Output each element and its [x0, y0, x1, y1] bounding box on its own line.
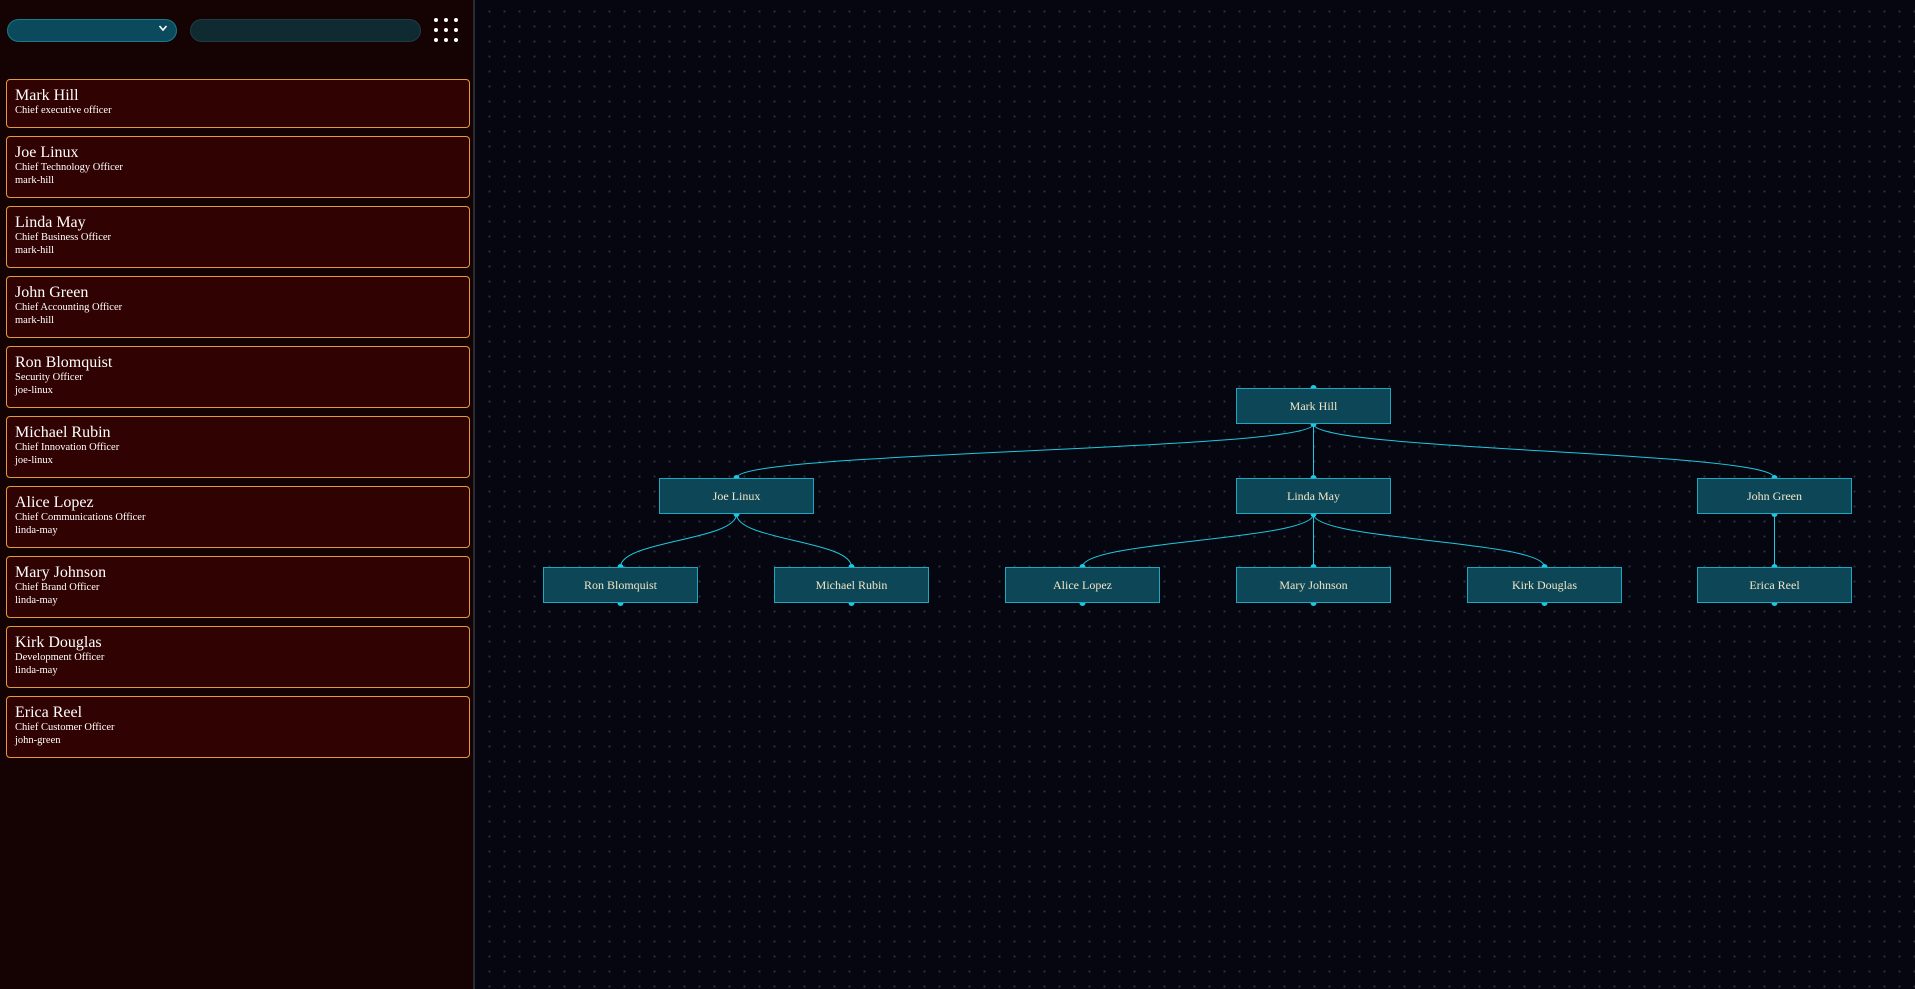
- employee-list: Mark Hill Chief executive officer Joe Linu…: [6, 79, 470, 766]
- employee-name: John Green: [15, 284, 89, 301]
- employee-card-erica-reel[interactable]: Erica Reel Chief Customer Officer john-gre…: [6, 696, 470, 758]
- search-input[interactable]: [190, 19, 421, 42]
- employee-name: Kirk Douglas: [15, 634, 102, 651]
- employee-title: Chief Technology Officer: [15, 162, 123, 173]
- employee-card-joe-linux[interactable]: Joe Linux Chief Technology Officer mark-hi…: [6, 136, 470, 198]
- employee-parent: mark-hill: [15, 175, 55, 186]
- employee-parent: linda-may: [15, 525, 58, 536]
- org-node-erica-reel[interactable]: Erica Reel: [1697, 567, 1852, 603]
- org-link-linda-may-alice-lopez: [1082, 513, 1314, 568]
- employee-parent: joe-linux: [15, 385, 53, 396]
- employee-parent: john-green: [15, 735, 61, 746]
- employee-name: Alice Lopez: [15, 494, 94, 511]
- org-node-alice-lopez[interactable]: Alice Lopez: [1005, 567, 1160, 603]
- employee-card-mary-johnson[interactable]: Mary Johnson Chief Brand Officer linda-may: [6, 556, 470, 618]
- employee-title: Security Officer: [15, 372, 83, 383]
- sidebar-toolbar: [0, 0, 475, 62]
- employee-card-kirk-douglas[interactable]: Kirk Douglas Development Officer linda-may: [6, 626, 470, 688]
- employee-parent: mark-hill: [15, 245, 55, 256]
- grid-menu-icon[interactable]: [432, 16, 460, 44]
- employee-name: Mark Hill: [15, 87, 79, 104]
- employee-card-alice-lopez[interactable]: Alice Lopez Chief Communications Officer l…: [6, 486, 470, 548]
- org-node-mary-johnson[interactable]: Mary Johnson: [1236, 567, 1391, 603]
- employee-title: Chief Brand Officer: [15, 582, 100, 593]
- employee-title: Chief Innovation Officer: [15, 442, 120, 453]
- employee-name: Linda May: [15, 214, 86, 231]
- employee-card-john-green[interactable]: John Green Chief Accounting Officer mark-h…: [6, 276, 470, 338]
- employee-name: Michael Rubin: [15, 424, 111, 441]
- employee-name: Ron Blomquist: [15, 354, 113, 371]
- org-node-mark-hill[interactable]: Mark Hill: [1236, 388, 1391, 424]
- org-node-michael-rubin[interactable]: Michael Rubin: [774, 567, 929, 603]
- org-link-mark-hill-john-green: [1313, 423, 1775, 479]
- org-link-linda-may-kirk-douglas: [1313, 513, 1545, 568]
- sidebar: Mark Hill Chief executive officer Joe Linu…: [0, 0, 475, 989]
- org-node-linda-may[interactable]: Linda May: [1236, 478, 1391, 514]
- employee-name: Mary Johnson: [15, 564, 107, 581]
- org-node-ron-blomquist[interactable]: Ron Blomquist: [543, 567, 698, 603]
- employee-title: Chief executive officer: [15, 105, 112, 116]
- employee-title: Chief Customer Officer: [15, 722, 115, 733]
- employee-title: Chief Business Officer: [15, 232, 112, 243]
- employee-title: Chief Accounting Officer: [15, 302, 123, 313]
- org-node-joe-linux[interactable]: Joe Linux: [659, 478, 814, 514]
- employee-title: Chief Communications Officer: [15, 512, 146, 523]
- employee-parent: joe-linux: [15, 455, 53, 466]
- employee-name: Joe Linux: [15, 144, 79, 161]
- org-node-john-green[interactable]: John Green: [1697, 478, 1852, 514]
- org-chart-canvas[interactable]: Mark Hill Joe Linux Linda May John Green Ron…: [477, 0, 1915, 989]
- employee-parent: linda-may: [15, 665, 58, 676]
- employee-name: Erica Reel: [15, 704, 83, 721]
- chevron-down-icon: [158, 25, 168, 32]
- org-link-joe-linux-ron-blomquist: [620, 513, 737, 568]
- employee-card-michael-rubin[interactable]: Michael Rubin Chief Innovation Officer joe…: [6, 416, 470, 478]
- org-link-joe-linux-michael-rubin: [736, 513, 852, 568]
- employee-card-mark-hill[interactable]: Mark Hill Chief executive officer: [6, 79, 470, 128]
- view-select[interactable]: [7, 19, 177, 42]
- employee-card-ron-blomquist[interactable]: Ron Blomquist Security Officer joe-linux: [6, 346, 470, 408]
- employee-parent: mark-hill: [15, 315, 55, 326]
- org-node-kirk-douglas[interactable]: Kirk Douglas: [1467, 567, 1622, 603]
- employee-title: Development Officer: [15, 652, 105, 663]
- org-link-mark-hill-joe-linux: [736, 423, 1314, 479]
- employee-parent: linda-may: [15, 595, 58, 606]
- employee-card-linda-may[interactable]: Linda May Chief Business Officer mark-hill: [6, 206, 470, 268]
